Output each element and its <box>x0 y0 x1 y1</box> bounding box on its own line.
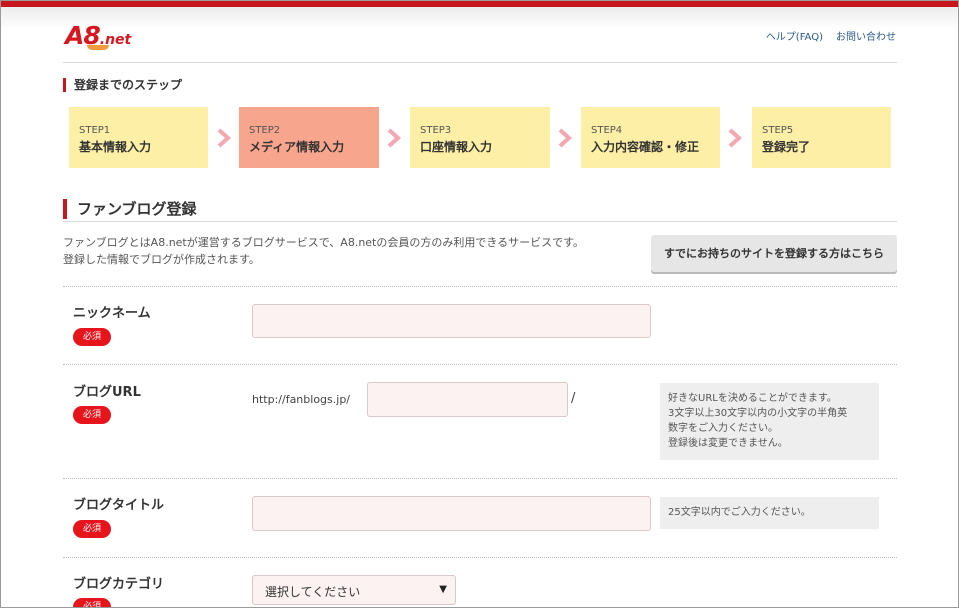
row-divider <box>63 286 897 287</box>
chevron-right-icon <box>558 128 573 148</box>
form-title: ファンブログ登録 <box>63 199 197 219</box>
blog-url-prefix: http://fanblogs.jp/ <box>252 393 351 406</box>
chevron-right-icon <box>387 128 402 148</box>
step-2-label: メディア情報入力 <box>249 140 345 154</box>
nickname-input[interactable] <box>252 304 651 338</box>
required-badge: 必須 <box>73 598 111 607</box>
blog-url-note-line-3: 数字をご入力ください。 <box>668 423 778 434</box>
step-3: STEP3 口座情報入力 <box>410 107 550 168</box>
form-title-divider <box>63 221 897 222</box>
row-divider <box>63 557 897 558</box>
row-divider <box>63 478 897 479</box>
required-badge: 必須 <box>73 520 111 538</box>
blog-url-note-line-1: 好きなURLを決めることができます。 <box>668 393 837 404</box>
blog-category-label: ブログカテゴリ <box>73 577 165 592</box>
step-4-number: STEP4 <box>591 125 623 136</box>
step-1-label: 基本情報入力 <box>79 140 152 154</box>
step-5-number: STEP5 <box>762 125 794 136</box>
description-line-2: 登録した情報でブログが作成されます。 <box>63 253 260 266</box>
header-links: ヘルプ(FAQ) お問い合わせ <box>766 28 896 43</box>
chevron-right-icon <box>217 128 232 148</box>
page: A8.net ヘルプ(FAQ) お問い合わせ 登録までのステップ STEP1 基… <box>0 0 959 608</box>
blog-url-label: ブログURL <box>73 385 141 400</box>
description-line-1: ファンブログとはA8.netが運営するブログサービスで、A8.netの会員の方の… <box>63 236 585 249</box>
blog-url-note-line-4: 登録後は変更できません。 <box>668 438 788 449</box>
blog-url-suffix: / <box>571 391 576 406</box>
required-badge: 必須 <box>73 328 111 346</box>
register-existing-site-button[interactable]: すでにお持ちのサイトを登録する方はこちら <box>651 235 897 272</box>
blog-category-selected-value: 選択してください <box>265 585 361 599</box>
steps-heading: 登録までのステップ <box>63 78 182 92</box>
blog-url-input[interactable] <box>367 382 568 417</box>
form-description: ファンブログとはA8.netが運営するブログサービスで、A8.netの会員の方の… <box>63 234 584 268</box>
blog-url-note: 好きなURLを決めることができます。 3文字以上30文字以内の小文字の半角英 数… <box>660 383 879 460</box>
blog-category-select[interactable]: 選択してください ▼ <box>252 575 456 605</box>
logo-smile-mark <box>87 45 109 50</box>
header-shade <box>1 7 958 29</box>
row-divider <box>63 364 897 365</box>
step-2: STEP2 メディア情報入力 <box>239 107 379 168</box>
blog-title-note: 25文字以内でご入力ください。 <box>660 497 879 529</box>
step-3-number: STEP3 <box>420 125 452 136</box>
blog-title-label: ブログタイトル <box>73 498 165 513</box>
header-divider <box>63 62 897 63</box>
step-5: STEP5 登録完了 <box>752 107 891 168</box>
contact-link[interactable]: お問い合わせ <box>836 28 896 43</box>
step-3-label: 口座情報入力 <box>420 140 493 154</box>
step-2-number: STEP2 <box>249 125 281 136</box>
caret-down-icon: ▼ <box>439 584 447 595</box>
step-4-label: 入力内容確認・修正 <box>591 140 700 154</box>
chevron-right-icon <box>728 128 743 148</box>
nickname-label: ニックネーム <box>73 306 151 321</box>
help-faq-link[interactable]: ヘルプ(FAQ) <box>766 28 823 43</box>
step-1: STEP1 基本情報入力 <box>69 107 208 168</box>
step-4: STEP4 入力内容確認・修正 <box>581 107 720 168</box>
step-1-number: STEP1 <box>79 125 111 136</box>
blog-url-note-line-2: 3文字以上30文字以内の小文字の半角英 <box>668 408 848 419</box>
step-5-label: 登録完了 <box>762 140 811 154</box>
required-badge: 必須 <box>73 406 111 424</box>
a8-logo[interactable]: A8.net <box>65 21 131 50</box>
blog-title-input[interactable] <box>252 496 651 531</box>
